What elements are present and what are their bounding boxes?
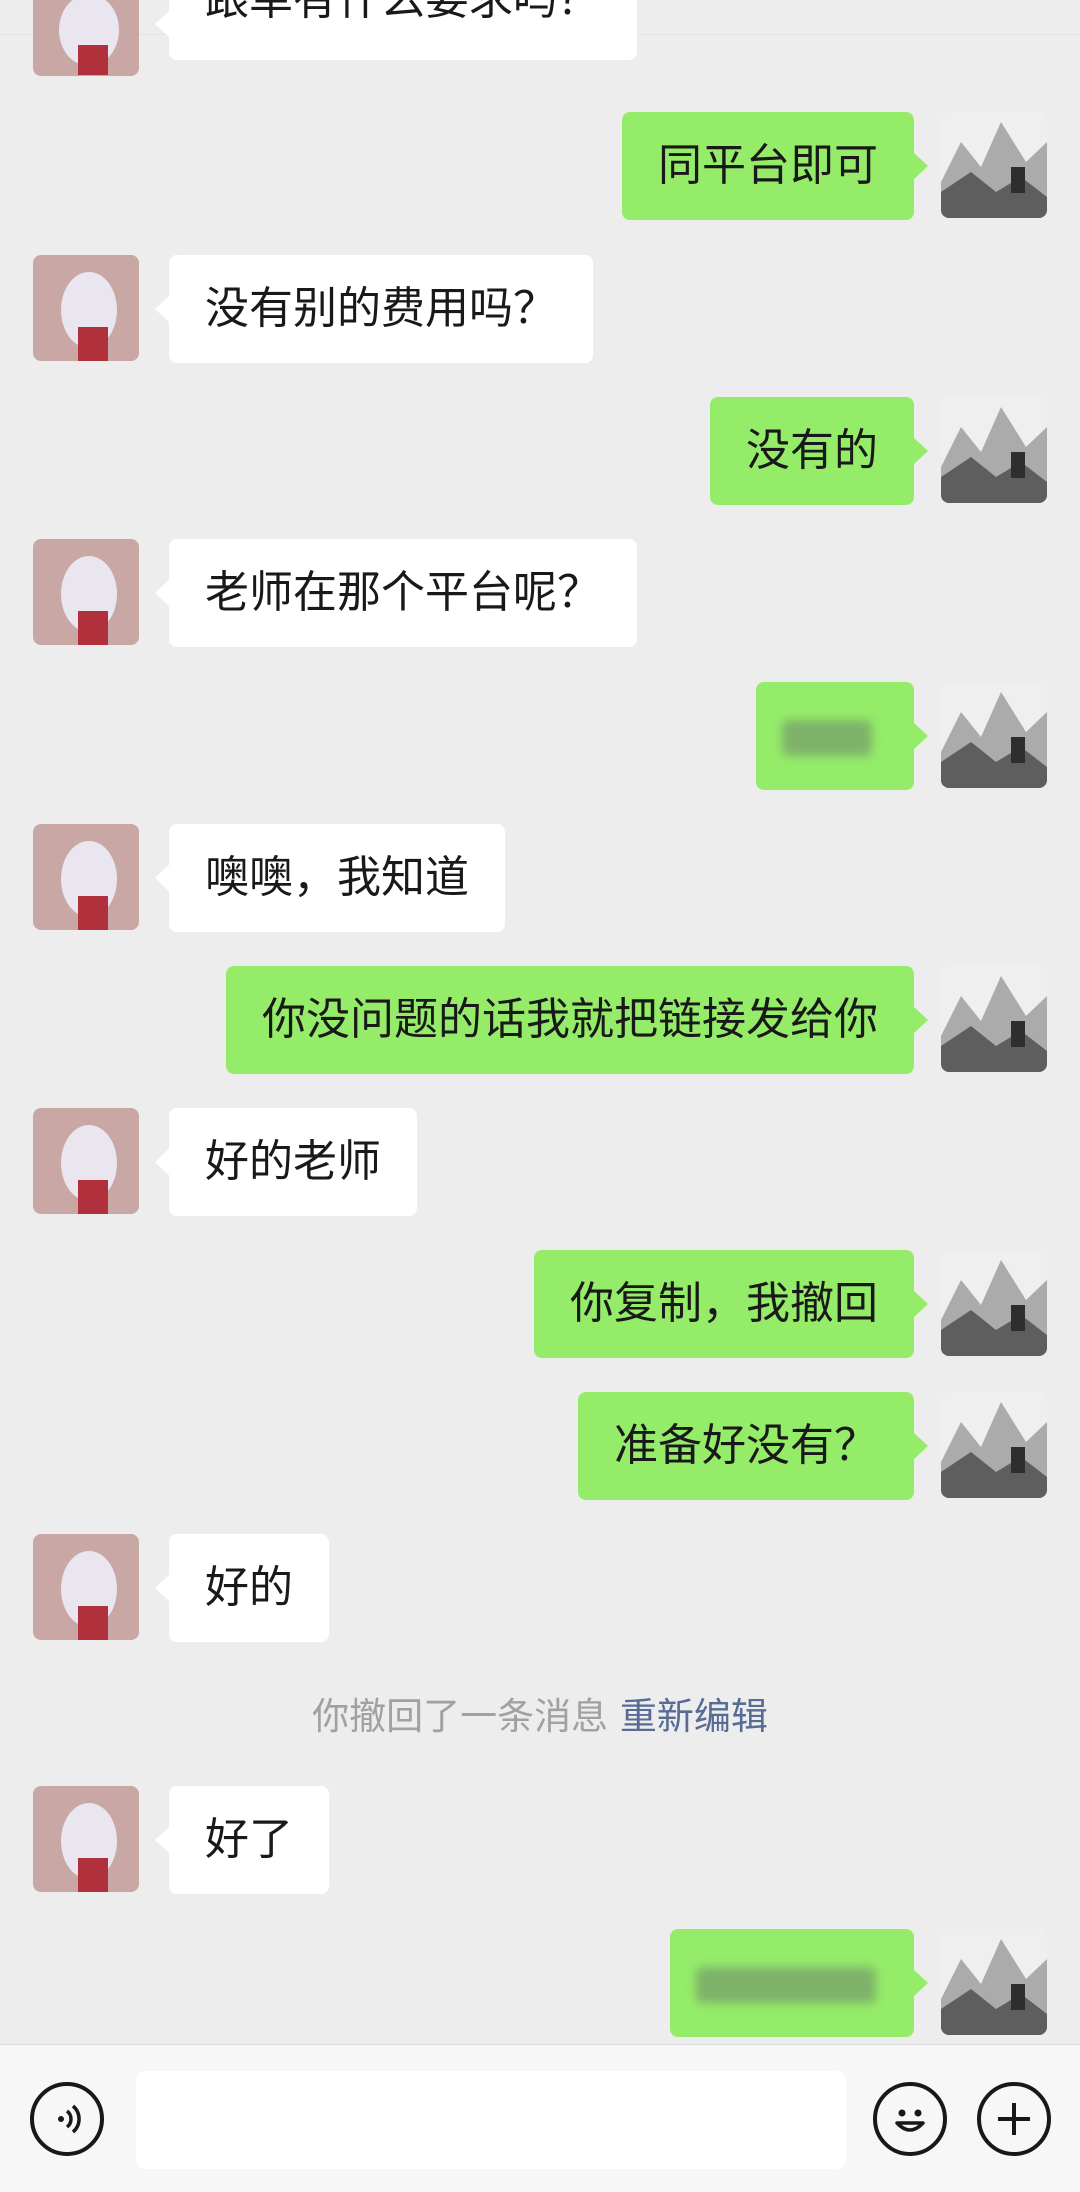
outgoing-message-bubble[interactable]: 准备好没有？: [578, 1392, 928, 1500]
emoji-icon: [895, 2109, 925, 2132]
contact-avatar[interactable]: [33, 1534, 139, 1640]
incoming-message-bubble[interactable]: 跟单有什么要求吗？: [155, 0, 637, 60]
outgoing-message-bubble[interactable]: [756, 682, 928, 790]
message-text: 没有的: [746, 425, 878, 476]
re-edit-link[interactable]: 重新编辑: [620, 1695, 768, 1738]
my-avatar[interactable]: [941, 682, 1047, 788]
incoming-message-bubble[interactable]: 好了: [155, 1786, 329, 1894]
chat-screen: 跟单有什么要求吗？ 同平台即可 没有别的费用吗？ 没有的: [0, 0, 1080, 2192]
message-input[interactable]: [136, 2071, 846, 2169]
incoming-message-bubble[interactable]: 老师在那个平台呢？: [155, 539, 637, 647]
incoming-message-bubble[interactable]: 好的老师: [155, 1108, 417, 1216]
message-text: 你复制，我撤回: [570, 1278, 878, 1329]
contact-avatar[interactable]: [33, 539, 139, 645]
incoming-message-bubble[interactable]: 没有别的费用吗？: [155, 255, 593, 363]
contact-avatar[interactable]: [33, 1108, 139, 1214]
message-text: 同平台即可: [658, 140, 878, 191]
message-text: 准备好没有？: [614, 1420, 878, 1471]
my-avatar[interactable]: [941, 112, 1047, 218]
my-avatar[interactable]: [941, 1392, 1047, 1498]
outgoing-message-bubble[interactable]: [670, 1929, 928, 2037]
outgoing-message-bubble[interactable]: 同平台即可: [622, 112, 928, 220]
contact-avatar[interactable]: [33, 0, 139, 76]
message-text: 好的老师: [205, 1136, 381, 1187]
message-text: 好的: [205, 1562, 293, 1613]
my-avatar[interactable]: [941, 1929, 1047, 2035]
outgoing-message-bubble[interactable]: 你复制，我撤回: [534, 1250, 928, 1358]
recall-notice-text: 你撤回了一条消息: [312, 1695, 609, 1738]
plus-icon: [998, 2103, 1030, 2135]
message-text: 跟单有什么要求吗？: [205, 0, 601, 25]
message-text: 你没问题的话我就把链接发给你: [262, 994, 878, 1045]
emoji-button[interactable]: [873, 2082, 947, 2156]
my-avatar[interactable]: [941, 1250, 1047, 1356]
outgoing-message-bubble[interactable]: 没有的: [710, 397, 928, 505]
message-text: 老师在那个平台呢？: [205, 567, 601, 618]
chat-input-bar: [0, 2044, 1080, 2192]
contact-avatar[interactable]: [33, 824, 139, 930]
redacted-text: [696, 1967, 876, 2003]
my-avatar[interactable]: [941, 966, 1047, 1072]
incoming-message-bubble[interactable]: 噢噢，我知道: [155, 824, 505, 932]
outgoing-message-bubble[interactable]: 你没问题的话我就把链接发给你: [226, 966, 928, 1074]
message-text: 好了: [205, 1814, 293, 1865]
voice-icon: [58, 2104, 81, 2134]
voice-input-button[interactable]: [30, 2082, 104, 2156]
message-text: 没有别的费用吗？: [205, 283, 557, 334]
redacted-text: [782, 720, 872, 756]
recall-notice: 你撤回了一条消息 重新编辑: [0, 1692, 1080, 1742]
more-button[interactable]: [977, 2082, 1051, 2156]
contact-avatar[interactable]: [33, 255, 139, 361]
contact-avatar[interactable]: [33, 1786, 139, 1892]
message-text: 噢噢，我知道: [205, 852, 469, 903]
incoming-message-bubble[interactable]: 好的: [155, 1534, 329, 1642]
my-avatar[interactable]: [941, 397, 1047, 503]
